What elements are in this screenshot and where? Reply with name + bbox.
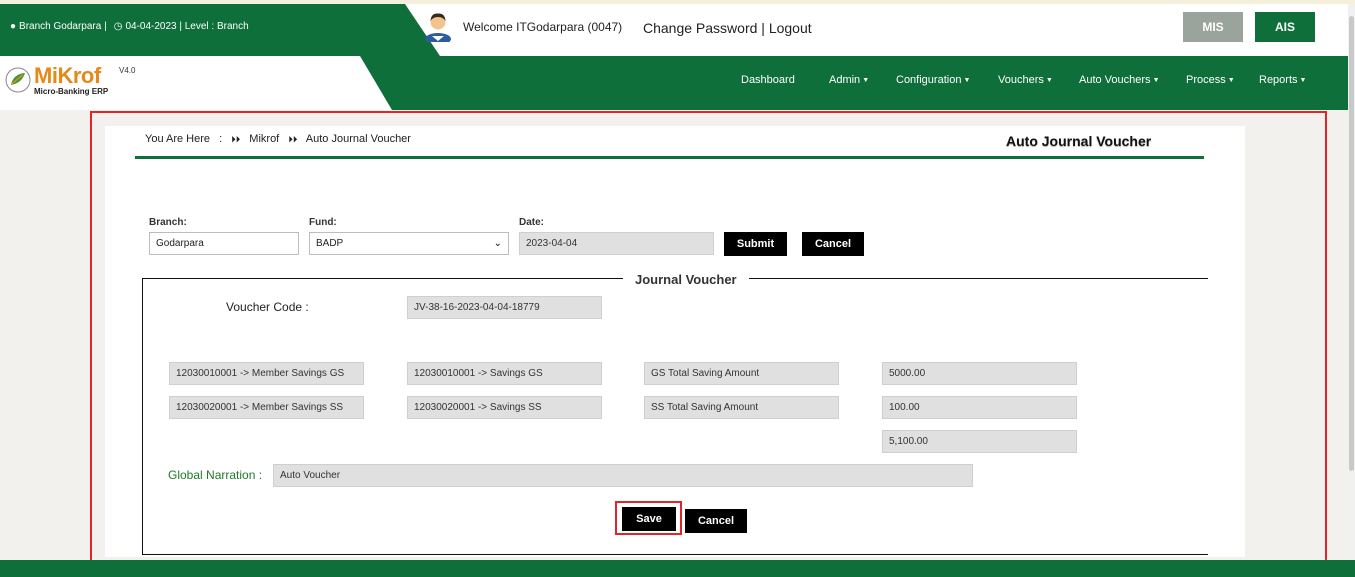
branch-input[interactable]: Godarpara	[149, 232, 299, 255]
global-narration-field[interactable]: Auto Voucher	[273, 464, 973, 487]
logo-subtitle: Micro-Banking ERP	[34, 87, 109, 96]
row1-amount-field[interactable]: 5000.00	[882, 362, 1077, 385]
logo-name: MiKrof	[34, 63, 101, 88]
page-title: Auto Journal Voucher	[1006, 133, 1152, 149]
total-amount-field[interactable]: 5,100.00	[882, 430, 1077, 453]
global-narration-label: Global Narration :	[168, 468, 263, 482]
journal-cancel-button[interactable]: Cancel	[685, 509, 747, 533]
breadcrumb-item-mikrof[interactable]: Mikrof	[249, 133, 279, 145]
account-links: Change Password | Logout	[643, 20, 812, 36]
breadcrumb-colon: :	[219, 133, 223, 145]
voucher-code-label: Voucher Code :	[226, 300, 309, 314]
welcome-text: Welcome ITGodarpara (0047)	[463, 20, 623, 34]
change-password-link[interactable]: Change Password	[643, 20, 757, 36]
nav-admin[interactable]: Admin ▼	[829, 74, 869, 86]
link-separator: |	[757, 20, 769, 36]
journal-voucher-legend: Journal Voucher	[623, 272, 749, 287]
caret-down-icon: ▼	[963, 76, 971, 84]
save-button[interactable]: Save	[622, 507, 676, 531]
nav-dashboard[interactable]: Dashboard	[741, 74, 795, 86]
globe-icon: ●	[10, 21, 17, 32]
nav-process[interactable]: Process ▼	[1186, 74, 1235, 86]
nav-auto-vouchers[interactable]: Auto Vouchers ▼	[1079, 74, 1160, 86]
nav-vouchers[interactable]: Vouchers ▼	[998, 74, 1053, 86]
page-scrollbar[interactable]	[1348, 4, 1355, 560]
fund-select[interactable]: BADP ⌄	[309, 232, 509, 255]
double-arrow-icon: ⏵⏵	[288, 134, 298, 144]
ais-button[interactable]: AIS	[1255, 12, 1315, 42]
nav-vouchers-label: Vouchers	[998, 74, 1044, 86]
row2-description-field[interactable]: SS Total Saving Amount	[644, 396, 839, 419]
nav-configuration[interactable]: Configuration ▼	[896, 74, 970, 86]
date-input[interactable]: 2023-04-04	[519, 232, 714, 255]
breadcrumb: You Are Here : ⏵⏵ Mikrof ⏵⏵ Auto Journal…	[145, 133, 411, 145]
date-label: Date:	[519, 217, 545, 228]
date-level-text: 04-04-2023 | Level : Branch	[125, 21, 249, 32]
clock-icon: ◷	[113, 21, 123, 32]
filter-cancel-button[interactable]: Cancel	[802, 232, 864, 256]
branch-text: Branch Godarpara |	[19, 21, 107, 32]
caret-down-icon: ▼	[1152, 76, 1160, 84]
row2-ledger-field[interactable]: 12030020001 -> Savings SS	[407, 396, 602, 419]
nav-reports[interactable]: Reports ▼	[1259, 74, 1306, 86]
caret-down-icon: ▼	[1227, 76, 1235, 84]
voucher-code-field[interactable]: JV-38-16-2023-04-04-18779	[407, 296, 602, 319]
logout-link[interactable]: Logout	[769, 20, 812, 36]
submit-button[interactable]: Submit	[724, 232, 787, 256]
chevron-down-icon: ⌄	[493, 238, 502, 249]
row2-amount-field[interactable]: 100.00	[882, 396, 1077, 419]
branch-info: ● Branch Godarpara | ◷ 04-04-2023 | Leve…	[10, 21, 249, 32]
double-arrow-icon: ⏵⏵	[231, 134, 241, 144]
mis-button[interactable]: MIS	[1183, 12, 1243, 42]
caret-down-icon: ▼	[1299, 76, 1307, 84]
scrollbar-thumb[interactable]	[1349, 16, 1354, 471]
nav-reports-label: Reports	[1259, 74, 1298, 86]
nav-admin-label: Admin	[829, 74, 861, 86]
logo-version: V4.0	[119, 66, 136, 75]
fund-selected-value: BADP	[316, 238, 344, 249]
nav-dashboard-label: Dashboard	[741, 74, 795, 86]
row2-account-field[interactable]: 12030020001 -> Member Savings SS	[169, 396, 364, 419]
breadcrumb-item-current: Auto Journal Voucher	[305, 133, 411, 145]
branch-label: Branch:	[149, 217, 187, 228]
breadcrumb-prefix: You Are Here	[145, 133, 211, 145]
nav-auto-vouchers-label: Auto Vouchers	[1079, 74, 1151, 86]
user-avatar-icon	[425, 13, 451, 42]
title-divider	[135, 156, 1204, 159]
fund-label: Fund:	[309, 217, 337, 228]
caret-down-icon: ▼	[862, 76, 870, 84]
nav-process-label: Process	[1186, 74, 1226, 86]
nav-configuration-label: Configuration	[896, 74, 962, 86]
row1-description-field[interactable]: GS Total Saving Amount	[644, 362, 839, 385]
footer-bar	[0, 560, 1355, 577]
mikrof-logo-icon	[5, 67, 31, 93]
row1-ledger-field[interactable]: 12030010001 -> Savings GS	[407, 362, 602, 385]
caret-down-icon: ▼	[1045, 76, 1053, 84]
row1-account-field[interactable]: 12030010001 -> Member Savings GS	[169, 362, 364, 385]
